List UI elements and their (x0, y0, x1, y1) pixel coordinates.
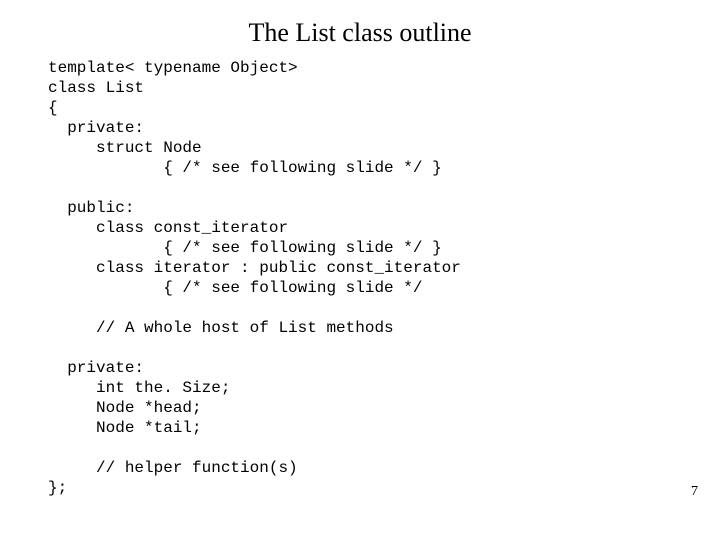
code-line: class const_iterator (48, 219, 288, 237)
code-line: { (48, 99, 58, 117)
code-line: template< typename Object> (48, 59, 298, 77)
code-line: public: (48, 199, 134, 217)
code-line: Node *tail; (48, 419, 202, 437)
code-line: // A whole host of List methods (48, 319, 394, 337)
code-line: class List (48, 79, 144, 97)
code-line: private: (48, 359, 144, 377)
code-line: { /* see following slide */ (48, 279, 422, 297)
code-line: private: (48, 119, 144, 137)
code-line: int the. Size; (48, 379, 230, 397)
code-line: // helper function(s) (48, 459, 298, 477)
code-listing: template< typename Object> class List { … (0, 58, 720, 498)
code-line: }; (48, 479, 67, 497)
code-line: { /* see following slide */ } (48, 159, 442, 177)
slide-title: The List class outline (0, 0, 720, 58)
code-line: { /* see following slide */ } (48, 239, 442, 257)
code-line: class iterator : public const_iterator (48, 259, 461, 277)
code-line: Node *head; (48, 399, 202, 417)
page-number: 7 (691, 484, 698, 500)
code-line: struct Node (48, 139, 202, 157)
